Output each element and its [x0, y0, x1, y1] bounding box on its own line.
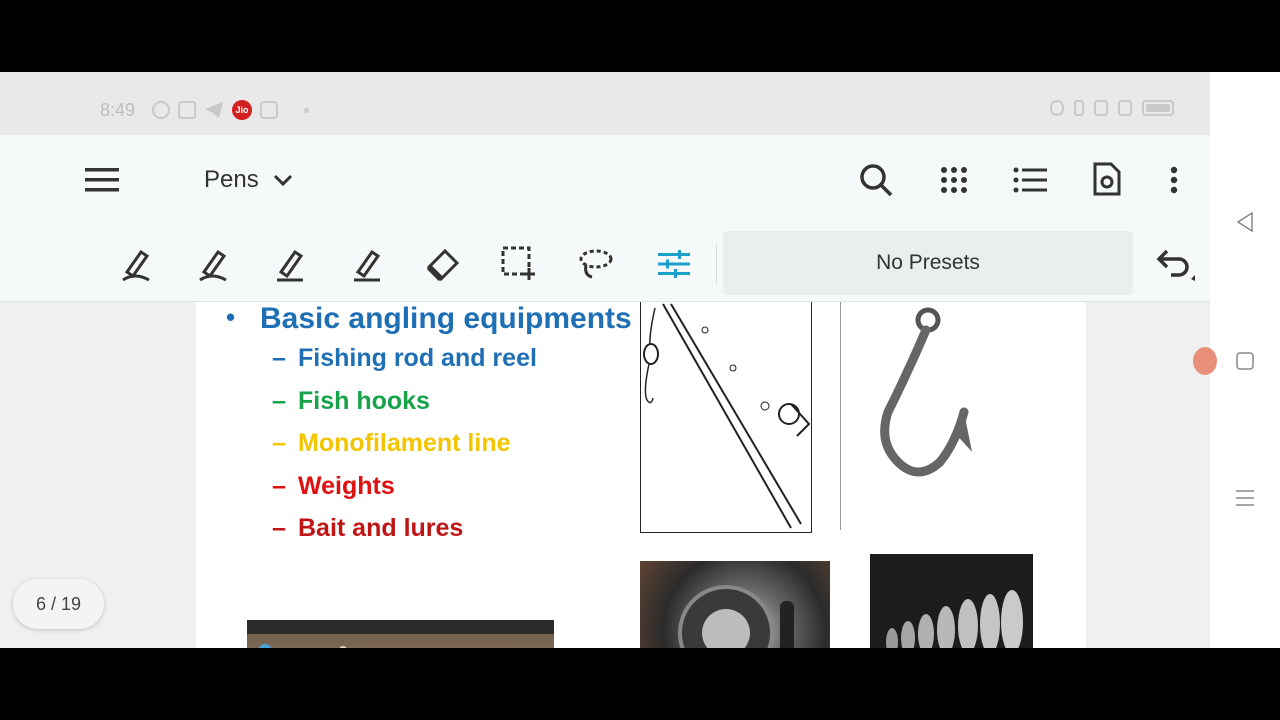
fish-hook-image	[868, 302, 978, 522]
highlighter-icon	[354, 249, 381, 282]
search-button[interactable]	[856, 160, 896, 200]
highlighter-tool-2[interactable]	[347, 242, 387, 286]
lasso-tool[interactable]	[576, 242, 616, 286]
status-system-icons	[1050, 100, 1174, 116]
pen-icon	[122, 249, 150, 282]
undo-icon	[1156, 249, 1195, 281]
document-settings-button[interactable]	[1087, 158, 1127, 200]
sub-item-rod: – Fishing rod and reel	[272, 344, 537, 372]
fishing-reel-photo	[640, 561, 830, 648]
pen-tool-1[interactable]	[116, 242, 156, 286]
more-options-button[interactable]	[1158, 160, 1190, 200]
selection-add-icon	[501, 246, 535, 280]
hamburger-icon	[85, 168, 119, 192]
grid-dots-icon	[941, 167, 967, 193]
back-button[interactable]	[1234, 211, 1256, 233]
youtube-icon	[260, 101, 278, 119]
whatsapp-icon	[152, 101, 170, 119]
more-vertical-icon	[1170, 166, 1178, 194]
status-time: 8:49	[100, 100, 136, 120]
lures-photo	[247, 620, 554, 648]
sliders-icon	[658, 250, 690, 278]
thumbnails-button[interactable]	[934, 160, 974, 200]
lures-illustration	[247, 620, 554, 648]
sub-item-text: Fishing rod and reel	[298, 344, 537, 372]
sinker-weights-photo	[870, 554, 1033, 648]
sub-item-hooks: – Fish hooks	[272, 387, 430, 415]
eraser-icon	[426, 248, 460, 281]
slide-page[interactable]: • Basic angling equipments – Fishing rod…	[196, 302, 1086, 648]
document-gear-icon	[1093, 162, 1121, 196]
status-notification-icons: Jio	[152, 100, 309, 120]
sub-item-line: – Monofilament line	[272, 429, 511, 457]
pens-mode-dropdown[interactable]: Pens	[204, 166, 293, 194]
sub-item-text: Bait and lures	[298, 514, 464, 542]
back-triangle-icon	[1236, 211, 1253, 233]
gallery-icon	[178, 101, 196, 119]
menu-button[interactable]	[82, 162, 122, 198]
pens-mode-label: Pens	[204, 166, 259, 193]
highlighter-icon	[277, 249, 304, 282]
home-button[interactable]	[1234, 350, 1256, 372]
page-indicator[interactable]: 6 / 19	[13, 579, 104, 629]
main-bullet-text: Basic angling equipments	[260, 302, 632, 335]
fish-hook-illustration	[880, 307, 972, 477]
sub-item-weights: – Weights	[272, 472, 395, 500]
highlighter-tool-1[interactable]	[270, 242, 310, 286]
outline-button[interactable]	[1010, 160, 1050, 200]
telegram-icon	[205, 102, 223, 118]
fishing-rod-image	[640, 302, 812, 533]
weights-illustration	[886, 590, 1023, 648]
floating-assistant-dot[interactable]	[1193, 347, 1217, 375]
recents-button[interactable]	[1234, 487, 1256, 509]
home-square-icon	[1236, 352, 1254, 370]
pen-tool-2[interactable]	[193, 242, 233, 286]
headphones-icon	[1050, 100, 1064, 116]
jio-icon: Jio	[232, 100, 252, 120]
rectangle-select-tool[interactable]	[499, 242, 539, 286]
device-frame: 8:49 Jio Pens No Presets • Basic angling…	[0, 0, 1280, 720]
app-screen: 8:49 Jio Pens No Presets • Basic angling…	[0, 72, 1210, 648]
pen-icon	[199, 249, 227, 282]
battery-icon	[1142, 100, 1174, 116]
search-icon	[860, 164, 893, 197]
eraser-tool[interactable]	[423, 242, 463, 286]
chevron-down-icon	[273, 174, 292, 187]
sub-item-text: Fish hooks	[298, 387, 430, 415]
sub-item-text: Weights	[298, 472, 395, 500]
page-indicator-text: 6 / 19	[35, 593, 82, 614]
sub-item-text: Monofilament line	[298, 429, 511, 457]
bluetooth-icon	[1074, 100, 1084, 116]
status-bar: 8:49 Jio	[0, 72, 1210, 135]
lasso-icon	[579, 249, 613, 279]
sub-item-bait: – Bait and lures	[272, 514, 464, 542]
main-bullet: • Basic angling equipments	[226, 302, 632, 335]
list-icon	[1013, 167, 1047, 193]
more-notifications-dot	[304, 107, 309, 113]
reel-illustration	[678, 585, 794, 648]
pen-settings-tool[interactable]	[654, 242, 694, 286]
image-divider	[840, 302, 841, 530]
undo-button[interactable]	[1152, 244, 1198, 284]
fishing-rod-illustration	[643, 303, 811, 529]
mobile-data-icon	[1094, 100, 1108, 116]
presets-panel[interactable]: No Presets	[723, 231, 1133, 295]
recents-menu-icon	[1236, 490, 1254, 506]
signal-icon	[1118, 100, 1132, 116]
presets-label: No Presets	[876, 251, 980, 274]
toolbar-divider	[716, 244, 717, 284]
